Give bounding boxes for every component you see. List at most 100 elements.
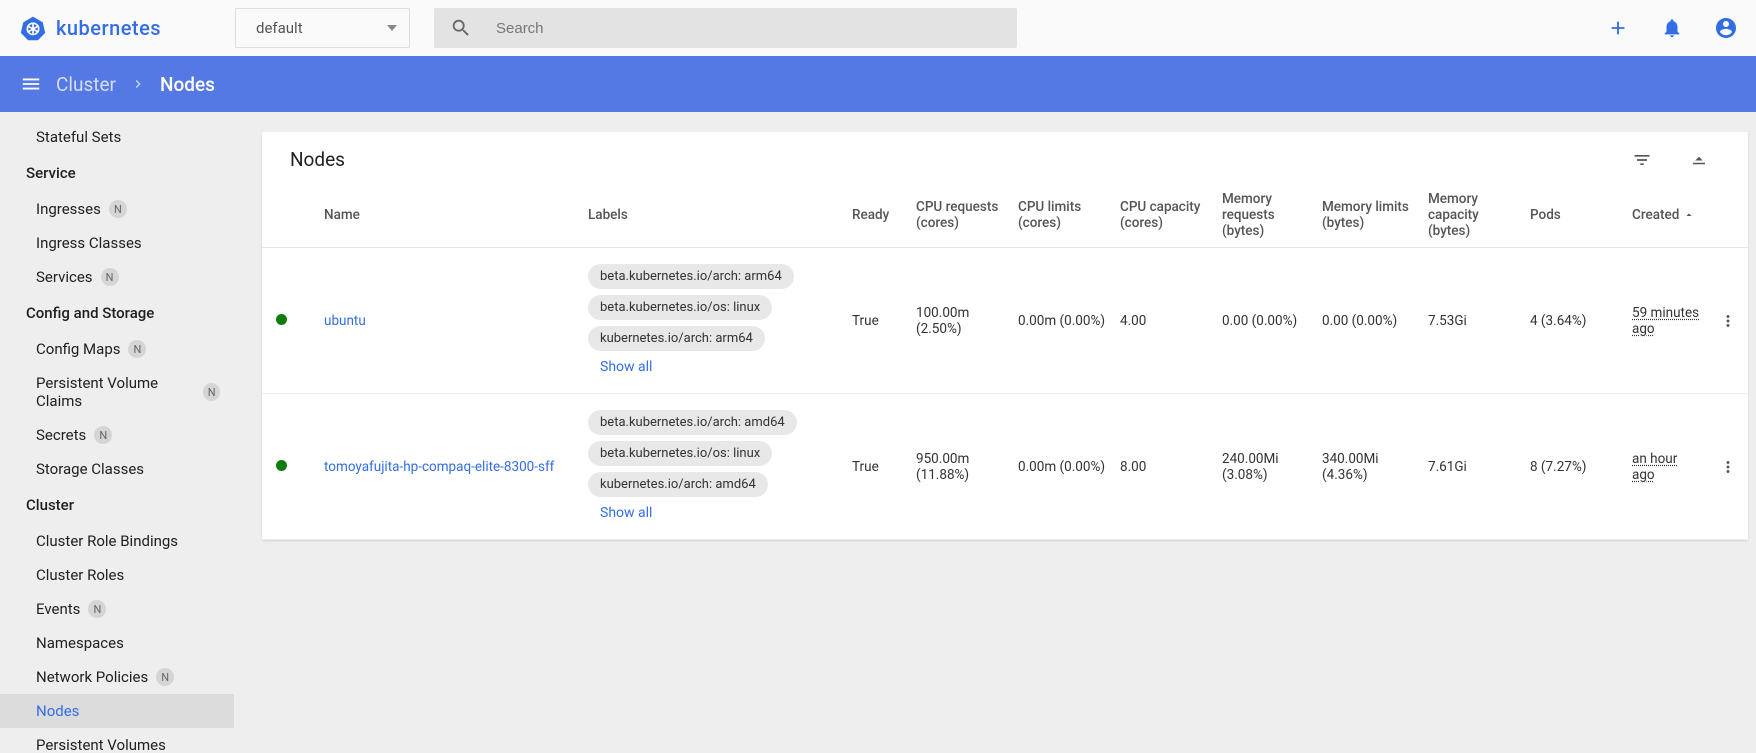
node-link[interactable]: tomoyafujita-hp-compaq-elite-8300-sff — [324, 459, 554, 475]
sidebar-item-label: Events — [36, 600, 80, 618]
create-button[interactable] — [1596, 6, 1640, 50]
status-indicator — [276, 460, 287, 471]
plus-icon — [1607, 17, 1629, 39]
sidebar-item-ingresses[interactable]: Ingresses N — [0, 192, 234, 226]
table-row: ubuntu beta.kubernetes.io/arch: arm64 beta… — [262, 248, 1748, 394]
filter-list-icon — [1632, 150, 1652, 170]
table-header-row: Name Labels Ready CPU requests (cores) C… — [262, 183, 1748, 248]
cell-mem_req: 0.00 (0.00%) — [1216, 248, 1316, 394]
sidebar-item-label: Nodes — [36, 702, 79, 720]
col-created[interactable]: Created — [1626, 183, 1708, 248]
nodes-table: Name Labels Ready CPU requests (cores) C… — [262, 183, 1748, 540]
main-content: Nodes — [234, 112, 1756, 753]
show-all-labels-button[interactable]: Show all — [588, 503, 664, 523]
namespaced-badge: N — [109, 200, 127, 218]
col-cpu-limits[interactable]: CPU limits (cores) — [1012, 183, 1114, 248]
notifications-button[interactable] — [1650, 6, 1694, 50]
namespaced-badge: N — [128, 340, 146, 358]
nodes-card: Nodes — [262, 132, 1748, 540]
cell-cpu_lim: 0.00m (0.00%) — [1012, 394, 1114, 540]
sidebar-item-secrets[interactable]: SecretsN — [0, 418, 234, 452]
bell-icon — [1661, 17, 1683, 39]
sidebar-item-label: Storage Classes — [36, 460, 144, 478]
breadcrumb-root[interactable]: Cluster — [56, 73, 116, 96]
label-chip: beta.kubernetes.io/os: linux — [588, 441, 772, 466]
sidebar-item-label: Services — [36, 268, 93, 286]
label-chip: beta.kubernetes.io/arch: amd64 — [588, 410, 797, 435]
namespace-value: default — [256, 19, 303, 37]
cell-mem_cap: 7.53Gi — [1422, 248, 1524, 394]
card-header: Nodes — [262, 132, 1748, 183]
sidebar-item-label: Ingresses — [36, 200, 101, 218]
col-mem-capacity[interactable]: Memory capacity (bytes) — [1422, 183, 1524, 248]
sidebar-item-label: Secrets — [36, 426, 86, 444]
cell-cpu_lim: 0.00m (0.00%) — [1012, 248, 1114, 394]
sidebar-category: Service — [0, 154, 234, 192]
sidebar-item-label: Persistent Volume Claims — [36, 374, 195, 410]
user-menu-button[interactable] — [1704, 6, 1748, 50]
cell-cpu_req: 950.00m (11.88%) — [910, 394, 1012, 540]
label-chips: beta.kubernetes.io/arch: amd64 beta.kuber… — [588, 410, 840, 523]
sidebar-item-config-maps[interactable]: Config Maps N — [0, 332, 234, 366]
namespaced-badge: N — [203, 383, 220, 401]
sidebar-item-cluster-role-bindings[interactable]: Cluster Role Bindings — [0, 524, 234, 558]
col-mem-requests[interactable]: Memory requests (bytes) — [1216, 183, 1316, 248]
brand-text: kubernetes — [56, 16, 161, 40]
sidebar-item-ingress-classes[interactable]: Ingress Classes — [0, 226, 234, 260]
sidebar-item-nodes[interactable]: Nodes — [0, 694, 234, 728]
sidebar-category: Config and Storage — [0, 294, 234, 332]
label-chip: beta.kubernetes.io/arch: arm64 — [588, 264, 794, 289]
cell-mem_req: 240.00Mi (3.08%) — [1216, 394, 1316, 540]
namespaced-badge: N — [88, 600, 106, 618]
sidebar-item-persistent-volume-claims[interactable]: Persistent Volume Claims N — [0, 366, 234, 418]
created-time: 59 minutes ago — [1632, 305, 1699, 337]
sidebar-item-services[interactable]: Services N — [0, 260, 234, 294]
sidebar-item-events[interactable]: Events N — [0, 592, 234, 626]
col-mem-limits[interactable]: Memory limits (bytes) — [1316, 183, 1422, 248]
sidebar-item-namespaces[interactable]: Namespaces — [0, 626, 234, 660]
sidebar: Stateful Sets Service Ingresses N Ingress Cl… — [0, 112, 234, 753]
node-link[interactable]: ubuntu — [324, 313, 366, 329]
col-cpu-capacity[interactable]: CPU capacity (cores) — [1114, 183, 1216, 248]
col-ready[interactable]: Ready — [846, 183, 910, 248]
account-circle-icon — [1714, 16, 1738, 40]
menu-toggle-button[interactable] — [20, 73, 42, 95]
col-name[interactable]: Name — [318, 183, 582, 248]
more-vert-icon — [1719, 458, 1737, 476]
cell-mem_lim: 340.00Mi (4.36%) — [1316, 394, 1422, 540]
search-bar[interactable] — [434, 8, 1017, 48]
search-input[interactable] — [496, 20, 1001, 37]
cell-cpu_req: 100.00m (2.50%) — [910, 248, 1012, 394]
sidebar-item-label: Namespaces — [36, 634, 124, 652]
brand[interactable]: kubernetes — [20, 15, 225, 41]
sidebar-item-persistent-volumes[interactable]: Persistent Volumes — [0, 728, 234, 753]
sidebar-item-cluster-roles[interactable]: Cluster Roles — [0, 558, 234, 592]
sidebar-category: Cluster — [0, 486, 234, 524]
namespaced-badge: N — [101, 268, 119, 286]
cell-pods: 8 (7.27%) — [1524, 394, 1626, 540]
row-actions-button[interactable] — [1714, 458, 1742, 476]
chevron-right-icon — [130, 76, 146, 92]
col-pods[interactable]: Pods — [1524, 183, 1626, 248]
sidebar-item-network-policies[interactable]: Network PoliciesN — [0, 660, 234, 694]
cell-ready: True — [846, 248, 910, 394]
sidebar-item-label: Config Maps — [36, 340, 120, 358]
namespaced-badge: N — [156, 668, 174, 686]
label-chip: kubernetes.io/arch: arm64 — [588, 326, 765, 351]
cell-cpu_cap: 8.00 — [1114, 394, 1216, 540]
search-icon — [450, 17, 472, 39]
top-toolbar: kubernetes default — [0, 0, 1756, 56]
sidebar-item-label: Stateful Sets — [36, 128, 121, 146]
breadcrumb-current: Nodes — [160, 73, 215, 96]
sort-button[interactable] — [1690, 150, 1708, 170]
show-all-labels-button[interactable]: Show all — [588, 357, 664, 377]
namespace-selector[interactable]: default — [235, 8, 410, 48]
sidebar-item-stateful-sets[interactable]: Stateful Sets — [0, 120, 234, 154]
col-cpu-requests[interactable]: CPU requests (cores) — [910, 183, 1012, 248]
sidebar-item-label: Cluster Roles — [36, 566, 124, 584]
row-actions-button[interactable] — [1714, 312, 1742, 330]
col-labels[interactable]: Labels — [582, 183, 846, 248]
label-chip: beta.kubernetes.io/os: linux — [588, 295, 772, 320]
sidebar-item-storage-classes[interactable]: Storage Classes — [0, 452, 234, 486]
filter-button[interactable] — [1632, 150, 1652, 170]
